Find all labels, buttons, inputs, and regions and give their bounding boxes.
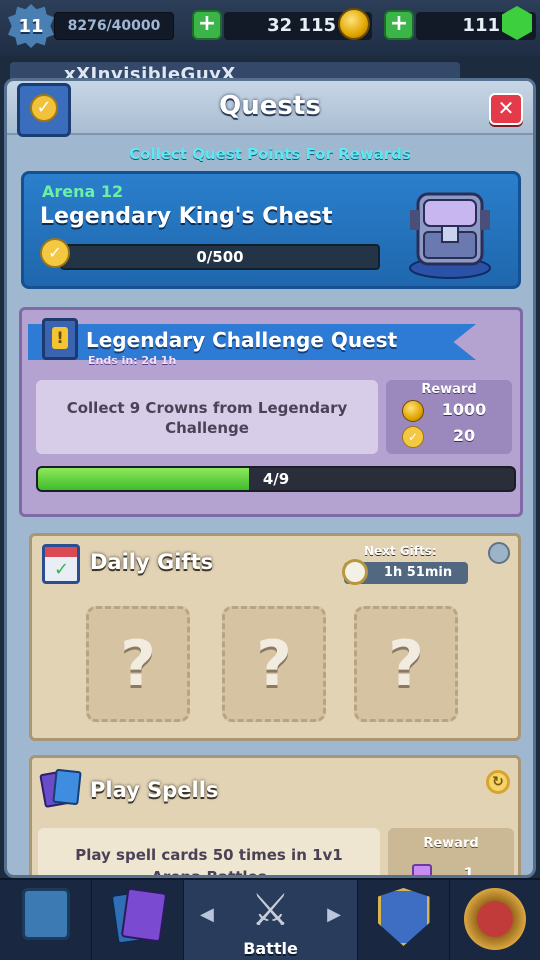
crossed-swords-icon: ⚔ [250,885,291,936]
gift-slot-2[interactable]: ? [222,606,326,722]
clock-icon [342,559,368,585]
daily-gifts-title: Daily Gifts [90,550,214,574]
panel-header: ✓ Quests ✕ [7,81,533,137]
legendary-kings-chest-icon [409,192,491,279]
quest-task-text: Collect 9 Crowns from Legendary Challeng… [66,399,348,437]
quest-title: Legendary Challenge Quest [86,328,398,352]
chevron-left-icon[interactable]: ◀ [200,904,214,925]
add-gems-button[interactable]: + [384,10,414,40]
gift-slot-1[interactable]: ? [86,606,190,722]
gold-coin-icon [338,8,370,40]
clan-shield-icon [377,888,430,946]
quest-progress-bar: 4/9 [36,466,516,492]
play-spells-quest-card[interactable]: Play Spells ↻ Play spell cards 50 times … [29,755,521,878]
cards-icon [108,887,168,945]
tab-events[interactable] [450,880,540,960]
level-number: 11 [18,15,44,37]
top-status-bar: 11 8276/40000 + 32 115 + 111 [0,0,540,56]
close-button[interactable]: ✕ [489,93,523,125]
mystery-gift-icon: ? [388,627,424,700]
gift-slot-3[interactable]: ? [354,606,458,722]
mystery-gift-icon: ? [120,627,156,700]
tab-battle[interactable]: ◀ ⚔ ▶ Battle [184,880,358,960]
quest-ends-in: Ends in: 2d 1h [88,354,177,367]
add-gold-button[interactable]: + [192,10,222,40]
xp-bar: 8276/40000 [54,12,174,40]
mystery-gift-icon: ? [256,627,292,700]
next-gifts-timer: 1h 51min [342,559,468,585]
tab-clan[interactable] [358,880,450,960]
wild-card-icon [412,864,432,875]
tab-shop[interactable] [0,880,92,960]
quest-points-medal-icon: ✓ [40,238,72,274]
quest-chest-box[interactable]: Arena 12 Legendary King's Chest 0/500 ✓ [21,171,521,289]
next-gifts-label: Next Gifts: [364,544,437,558]
reward-points-row: ✓ 20 [402,426,502,450]
quests-subtitle: Collect Quest Points For Rewards [129,145,411,163]
chest-name: Legendary King's Chest [40,204,333,229]
quest-points-bar: 0/500 [60,244,380,270]
quest-points-text: 0/500 [196,248,244,266]
legendary-challenge-quest-card[interactable]: ! Legendary Challenge Quest Ends in: 2d … [19,307,523,517]
reward-gold-value: 1000 [441,400,487,419]
page-title: Quests [219,91,321,121]
spell-task-text: Play spell cards 50 times in 1v1 Arena B… [75,846,343,878]
reward-label: Reward [423,836,479,851]
spell-reward-value: 1 [463,864,475,878]
shop-chest-icon [21,888,70,940]
quests-panel: ✓ Quests ✕ Collect Quest Points For Rewa… [4,78,536,878]
reward-points-value: 20 [452,426,476,445]
spell-reward-box: Reward 1 [388,828,514,878]
quest-reward-box: Reward 1000 ✓ 20 [386,380,512,454]
gold-coin-icon [402,400,424,422]
tab-cards[interactable] [92,880,184,960]
events-icon [464,888,526,950]
reward-gold-row: 1000 [402,400,502,424]
spell-task-box: Play spell cards 50 times in 1v1 Arena B… [38,828,380,878]
arena-label: Arena 12 [42,182,124,201]
chevron-right-icon[interactable]: ▶ [327,904,341,925]
xp-text: 8276/40000 [67,18,161,34]
daily-gifts-card: ✓ Daily Gifts Next Gifts: 1h 51min ? ? ? [29,533,521,741]
refresh-icon[interactable]: ↻ [486,770,510,794]
reward-label: Reward [421,382,477,397]
spell-cards-icon [39,768,82,812]
bottom-nav: ◀ ⚔ ▶ Battle [0,878,540,960]
pin-icon [488,542,510,564]
timer-text: 1h 51min [383,565,453,580]
calendar-icon: ✓ [42,544,80,584]
play-spells-title: Play Spells [90,778,219,802]
quest-task-box: Collect 9 Crowns from Legendary Challeng… [36,380,378,454]
exclamation-icon: ! [42,318,78,360]
battle-tab-label: Battle [243,939,298,958]
quest-points-icon: ✓ [402,426,424,448]
level-star-icon: 11 [8,4,54,48]
quest-progress-text: 4/9 [262,470,290,488]
